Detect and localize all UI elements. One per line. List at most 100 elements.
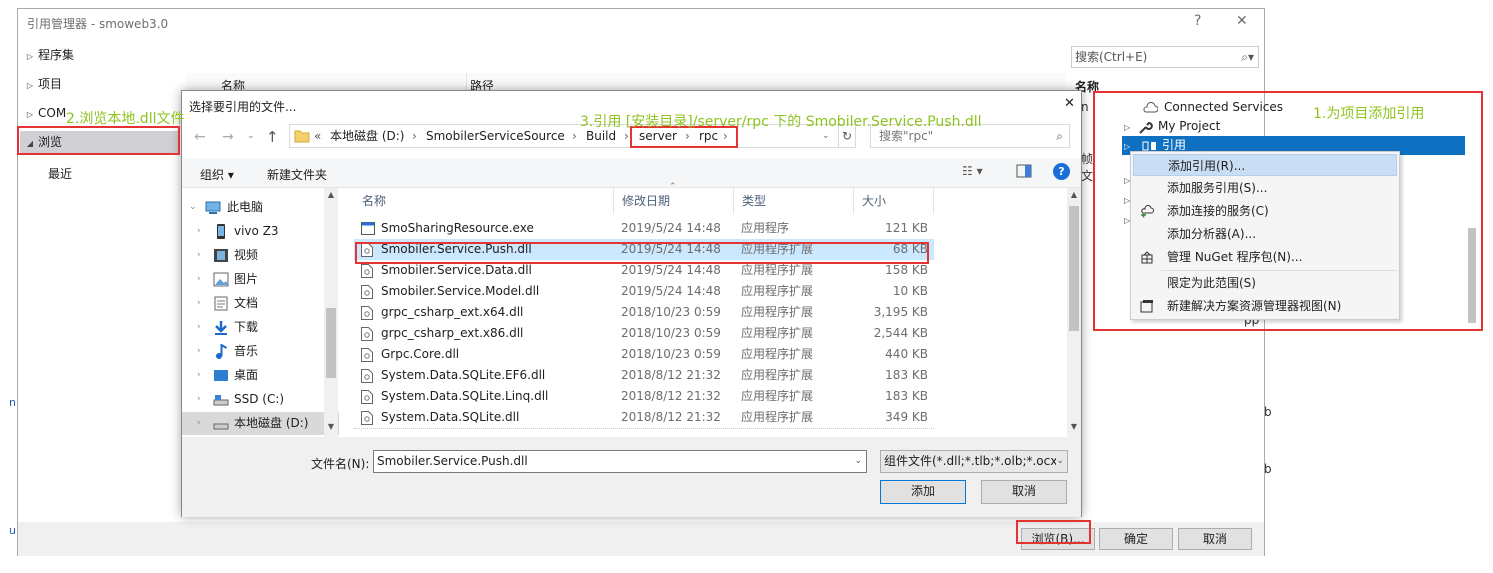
file-row[interactable]: Smobiler.Service.Model.dll 2019/5/24 14:4… [354,281,934,302]
ok-button[interactable]: 确定 [1099,528,1173,550]
view-options-icon[interactable]: ☷ ▾ [962,164,983,178]
add-button[interactable]: 添加 [880,480,966,504]
column-size[interactable]: 大小 [854,188,934,214]
recent-locations-icon[interactable]: ⌄ [247,131,255,141]
nav-com[interactable]: ▷ COM [22,102,66,124]
file-row-partial [354,428,934,437]
file-type: 应用程序扩展 [741,368,814,382]
up-icon[interactable]: ↑ [266,128,279,146]
scrollbar-thumb[interactable] [1069,206,1079,331]
file-date: 2018/8/12 21:32 [621,389,721,403]
dialog-cancel-button[interactable]: 取消 [981,480,1067,504]
file-size: 10 KB [892,284,928,298]
nav-scrollbar[interactable]: ▲ ▼ [324,188,338,437]
picture-icon [213,272,229,287]
chevron-down-icon[interactable]: ⌄ [854,451,862,472]
file-list: 名称 修改日期 类型 大小 ⌃ SmoSharingResource.exe 20… [339,182,1081,437]
solution-search-input[interactable]: 搜索(Ctrl+E) ⌕▾ [1071,46,1259,68]
highlight-browse-button [1016,520,1091,544]
close-icon[interactable]: ✕ [1064,96,1075,111]
pc-icon [205,200,221,215]
forward-icon[interactable]: → [222,129,234,145]
back-icon[interactable]: ← [194,129,206,145]
file-size: 183 KB [885,389,928,403]
file-row[interactable]: System.Data.SQLite.EF6.dll 2018/8/12 21:3… [354,365,934,386]
file-type: 应用程序 [741,221,790,235]
file-type: 应用程序扩展 [741,389,814,403]
list-scrollbar[interactable]: ▲ ▼ [1067,188,1081,437]
phone-icon [213,224,229,239]
desktop-icon [213,368,229,383]
search-icon: ⌕ [1056,129,1063,143]
document-icon [213,296,229,311]
navigation-pane: ⌄ 此电脑 › vivo Z3 › 视频 › 图片 › 文档 › 下载 › 音乐 › 桌面 › S… [182,188,339,437]
drive-icon [213,416,229,431]
file-date: 2019/5/24 14:48 [621,221,721,235]
help-icon[interactable]: ? [1053,163,1070,180]
nav-pictures[interactable]: › 图片 [182,268,339,291]
file-name: Grpc.Core.dll [381,347,460,361]
help-button[interactable]: ? [1194,13,1201,29]
editor-fragment: u [9,524,16,537]
file-date: 2018/10/23 0:59 [621,305,721,319]
editor-fragment: n [9,396,16,409]
nav-ssd-c[interactable]: › SSD (C:) [182,388,339,411]
dialog-title: 选择要引用的文件... [189,100,297,114]
drive-icon [213,392,229,407]
nav-vivo-z3[interactable]: › vivo Z3 [182,220,339,243]
organize-button[interactable]: 组织 ▾ [200,166,234,183]
annotation-step1: 1.为项目添加引用 [1313,106,1425,122]
new-folder-button[interactable]: 新建文件夹 [267,166,327,183]
scrollbar-thumb[interactable] [326,308,336,378]
file-row[interactable]: System.Data.SQLite.Linq.dll 2018/8/12 21:… [354,386,934,407]
file-type: 应用程序扩展 [741,347,814,361]
filename-input[interactable]: Smobiler.Service.Push.dll ⌄ [373,450,867,473]
file-row[interactable]: grpc_csharp_ext.x64.dll 2018/10/23 0:59 应用… [354,302,934,323]
chevron-down-icon[interactable]: ⌄ [1056,451,1064,472]
file-size: 440 KB [885,347,928,361]
sort-indicator: ⌃ [669,182,677,192]
dll-icon [361,264,373,278]
file-row[interactable]: SmoSharingResource.exe 2019/5/24 14:48 应用程… [354,218,934,239]
nav-this-pc[interactable]: ⌄ 此电脑 [182,196,339,219]
nav-recent[interactable]: 最近 [48,163,72,185]
close-icon[interactable]: ✕ [1236,13,1248,29]
exe-icon [361,222,375,235]
cancel-button[interactable]: 取消 [1178,528,1252,550]
dll-icon [361,306,373,320]
breadcrumb-source[interactable]: SmobilerServiceSource [426,125,565,147]
file-type-select[interactable]: 组件文件(*.dll;*.tlb;*.olb;*.ocx; ⌄ [880,450,1068,473]
search-icon[interactable]: ⌕▾ [1241,47,1254,67]
nav-music[interactable]: › 音乐 [182,340,339,363]
column-name[interactable]: 名称 [354,188,614,214]
column-type[interactable]: 类型 [734,188,854,214]
nav-local-disk-d[interactable]: › 本地磁盘 (D:) [182,412,339,435]
file-date: 2018/10/23 0:59 [621,347,721,361]
file-name: System.Data.SQLite.dll [381,410,520,424]
highlight-selected-file [355,242,929,264]
command-bar: 组织 ▾ 新建文件夹 ☷ ▾ ? [182,158,1081,188]
file-date: 2018/8/12 21:32 [621,410,721,424]
file-date: 2018/8/12 21:32 [621,368,721,382]
nav-videos[interactable]: › 视频 [182,244,339,267]
preview-pane-icon[interactable] [1016,164,1032,178]
file-row[interactable]: System.Data.SQLite.dll 2018/8/12 21:32 应用程… [354,407,934,428]
file-row[interactable]: grpc_csharp_ext.x86.dll 2018/10/23 0:59 应用… [354,323,934,344]
dll-icon [361,327,373,341]
dll-icon [361,348,373,362]
nav-assemblies[interactable]: ▷ 程序集 [22,44,74,66]
nav-downloads[interactable]: › 下载 [182,316,339,339]
folder-icon [294,129,310,143]
nav-projects[interactable]: ▷ 项目 [22,73,62,95]
nav-documents[interactable]: › 文档 [182,292,339,315]
highlight-add-reference [1093,91,1483,331]
file-name: Smobiler.Service.Model.dll [381,284,540,298]
filename-label: 文件名(N): [311,457,370,471]
file-name: System.Data.SQLite.EF6.dll [381,368,546,382]
file-type: 应用程序扩展 [741,326,814,340]
file-row[interactable]: Grpc.Core.dll 2018/10/23 0:59 应用程序扩展 440 KB [354,344,934,365]
file-size: 349 KB [885,410,928,424]
dll-icon [361,369,373,383]
breadcrumb-drive[interactable]: 本地磁盘 (D:) [330,125,404,147]
nav-desktop[interactable]: › 桌面 [182,364,339,387]
